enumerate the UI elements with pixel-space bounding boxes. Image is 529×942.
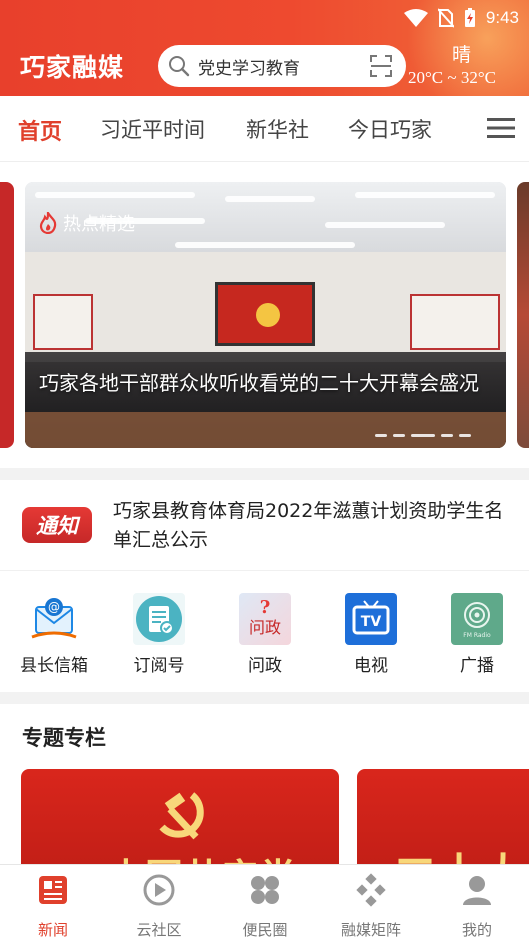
- bottom-tab-label: 我的: [461, 921, 492, 939]
- app-screen: 9:43 巧家融媒 党史学习教育 晴 20°C ~ 32°C 首页 习近平时间 …: [0, 0, 529, 942]
- tab-home[interactable]: 首页: [18, 114, 62, 146]
- notice-bar[interactable]: 通知 巧家县教育体育局2022年滋蕙计划资助学生名单汇总公示: [0, 480, 529, 570]
- mailbox-icon: @: [28, 593, 80, 645]
- channel-menu-icon[interactable]: [487, 116, 515, 140]
- bottom-tab-news[interactable]: 新闻: [13, 873, 93, 940]
- tab-xinhua[interactable]: 新华社: [246, 114, 309, 144]
- scan-icon[interactable]: [370, 55, 392, 77]
- quick-link-label: 问政: [248, 656, 282, 676]
- bottom-tab-label: 云社区: [136, 921, 182, 939]
- party-emblem-icon: [159, 792, 204, 840]
- carousel-prev-slide[interactable]: [0, 182, 14, 448]
- svg-text:@: @: [48, 600, 60, 614]
- flame-icon: [39, 212, 57, 234]
- topic-card-banner: 中国共产党: [107, 847, 297, 864]
- topic-card-banner: 二十大: [393, 839, 525, 864]
- weather-condition: 晴: [452, 44, 472, 66]
- hot-pick-tag: 热点精选: [39, 210, 135, 236]
- carousel-dot: [393, 434, 405, 437]
- news-icon: [39, 876, 67, 904]
- carousel-dot: [459, 434, 471, 437]
- section-title: 专题专栏: [22, 726, 106, 750]
- tv-icon: TV: [345, 593, 397, 645]
- app-logo: 巧家融媒: [20, 53, 125, 82]
- quick-link-inquiry[interactable]: ? 问政 问政: [225, 593, 305, 676]
- quick-link-radio[interactable]: FM Radio 广播: [437, 593, 517, 676]
- topic-card[interactable]: 二十大: [357, 769, 529, 864]
- quick-link-label: 县长信箱: [20, 656, 88, 676]
- headline-carousel[interactable]: 热点精选 巧家各地干部群众收听收看党的二十大开幕会盛况: [0, 162, 529, 468]
- carousel-dot: [375, 434, 387, 437]
- topic-section: 专题专栏 中国共产党 二十大: [0, 704, 529, 864]
- no-sim-icon: [437, 8, 454, 28]
- quick-link-label: 电视: [354, 656, 388, 676]
- bottom-tab-cloud-community[interactable]: 云社区: [119, 873, 199, 940]
- svg-text:问政: 问政: [249, 618, 281, 637]
- bottom-navigation: 新闻 云社区 便民圈 融媒矩阵 我的: [0, 864, 529, 942]
- wifi-icon: [403, 9, 428, 27]
- topic-card[interactable]: 中国共产党: [21, 769, 339, 864]
- bottom-tab-profile[interactable]: 我的: [437, 873, 517, 940]
- quick-link-label: 订阅号: [133, 656, 185, 676]
- bottom-tab-label: 融媒矩阵: [340, 921, 401, 939]
- carousel-dot: [441, 434, 453, 437]
- battery-charging-icon: [464, 8, 475, 27]
- weather-temperature: 20°C ~ 32°C: [408, 68, 496, 87]
- carousel-next-slide[interactable]: [517, 182, 529, 448]
- tab-today-qiaojia[interactable]: 今日巧家: [348, 114, 432, 144]
- bottom-tab-label: 新闻: [37, 921, 68, 939]
- carousel-caption: 巧家各地干部群众收听收看党的二十大开幕会盛况: [39, 371, 479, 395]
- bottom-tab-media-matrix[interactable]: 融媒矩阵: [331, 873, 411, 940]
- channel-tabs: 首页 习近平时间 新华社 今日巧家 走: [0, 96, 529, 162]
- quick-link-tv[interactable]: TV 电视: [331, 593, 411, 676]
- quick-link-label: 广播: [460, 656, 494, 676]
- hot-pick-label: 热点精选: [63, 214, 135, 235]
- profile-icon: [463, 876, 491, 905]
- svg-text:FM Radio: FM Radio: [463, 632, 491, 639]
- notice-badge: 通知: [22, 507, 92, 543]
- meeting-screen: [215, 282, 315, 346]
- bottom-tab-label: 便民圈: [242, 921, 288, 939]
- search-icon: [169, 56, 190, 77]
- radio-icon: FM Radio: [451, 593, 503, 645]
- svg-text:?: ?: [260, 597, 271, 618]
- bottom-tab-convenience[interactable]: 便民圈: [225, 873, 305, 940]
- tab-xi-time[interactable]: 习近平时间: [100, 114, 205, 144]
- search-bar[interactable]: 党史学习教育: [158, 45, 406, 87]
- carousel-slide[interactable]: 热点精选 巧家各地干部群众收听收看党的二十大开幕会盛况: [25, 182, 506, 448]
- clock: 9:43: [485, 8, 519, 27]
- cloud-community-icon: [143, 874, 175, 906]
- matrix-icon: [356, 873, 386, 907]
- notice-text[interactable]: 巧家县教育体育局2022年滋蕙计划资助学生名单汇总公示: [113, 497, 513, 555]
- search-placeholder: 党史学习教育: [198, 58, 300, 79]
- subscription-icon: [133, 593, 185, 645]
- quick-link-mayor-mailbox[interactable]: @ 县长信箱: [14, 593, 94, 676]
- header: 9:43 巧家融媒 党史学习教育 晴 20°C ~ 32°C: [0, 0, 529, 96]
- status-bar: 9:43: [403, 6, 519, 30]
- svg-text:TV: TV: [361, 614, 382, 630]
- convenience-icon: [251, 876, 279, 904]
- inquiry-icon: ? 问政: [239, 593, 291, 645]
- carousel-indicators: [375, 434, 471, 437]
- quick-link-subscription[interactable]: 订阅号: [119, 593, 199, 676]
- quick-links: @ 县长信箱 订阅号 ? 问政 问政 TV 电视 FM Radio 广播: [0, 570, 529, 692]
- carousel-dot: [411, 434, 435, 437]
